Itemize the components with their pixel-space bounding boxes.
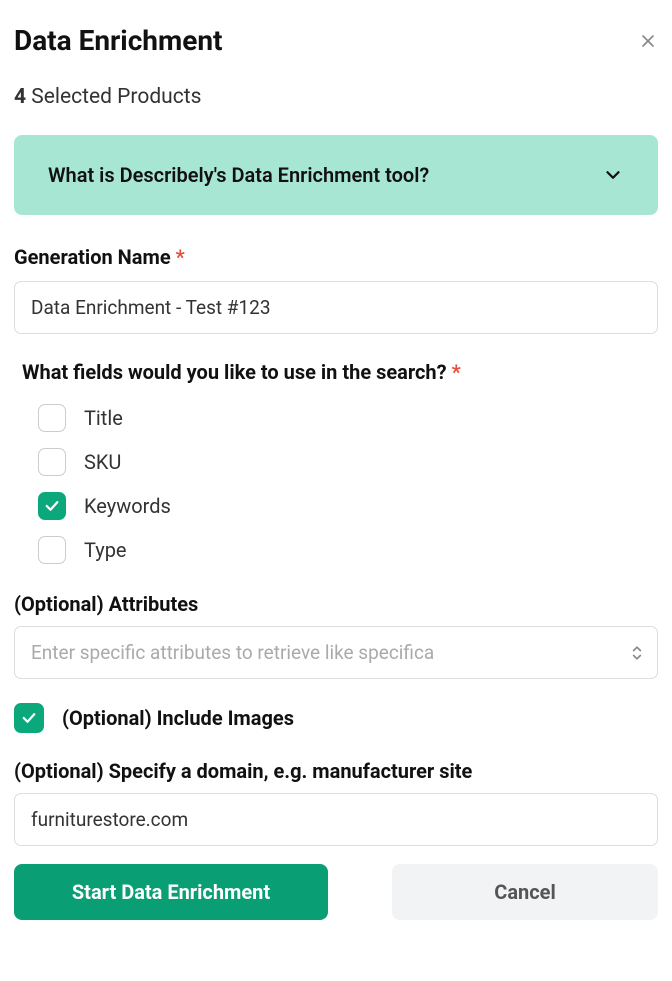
page-title: Data Enrichment bbox=[14, 24, 223, 57]
start-button[interactable]: Start Data Enrichment bbox=[14, 864, 328, 920]
cancel-button[interactable]: Cancel bbox=[392, 864, 658, 920]
selected-label: Selected Products bbox=[31, 85, 201, 109]
checkbox-row-keywords: Keywords bbox=[38, 492, 658, 520]
include-images-label: (Optional) Include Images bbox=[62, 706, 294, 730]
chevron-down-icon bbox=[602, 164, 624, 186]
checkbox-row-sku: SKU bbox=[38, 448, 658, 476]
domain-input[interactable] bbox=[14, 793, 658, 846]
info-banner-text: What is Describely's Data Enrichment too… bbox=[48, 163, 429, 187]
checkbox-label-type: Type bbox=[84, 538, 127, 562]
required-mark: * bbox=[176, 245, 185, 269]
domain-label: (Optional) Specify a domain, e.g. manufa… bbox=[14, 759, 658, 783]
search-fields-label: What fields would you like to use in the… bbox=[22, 360, 658, 384]
search-fields-list: Title SKU Keywords Type bbox=[38, 404, 658, 564]
attributes-label: (Optional) Attributes bbox=[14, 592, 658, 616]
checkbox-sku[interactable] bbox=[38, 448, 66, 476]
selected-count: 4 bbox=[14, 85, 26, 109]
required-mark: * bbox=[452, 360, 461, 384]
generation-name-input[interactable] bbox=[14, 281, 658, 334]
checkbox-include-images[interactable] bbox=[14, 703, 44, 733]
attributes-select[interactable]: Enter specific attributes to retrieve li… bbox=[14, 626, 658, 679]
checkbox-label-title: Title bbox=[84, 406, 123, 430]
checkbox-keywords[interactable] bbox=[38, 492, 66, 520]
selected-products: 4 Selected Products bbox=[14, 85, 658, 109]
checkbox-label-sku: SKU bbox=[84, 450, 121, 474]
checkbox-row-title: Title bbox=[38, 404, 658, 432]
checkbox-title[interactable] bbox=[38, 404, 66, 432]
checkbox-row-type: Type bbox=[38, 536, 658, 564]
info-banner[interactable]: What is Describely's Data Enrichment too… bbox=[14, 135, 658, 215]
include-images-row: (Optional) Include Images bbox=[14, 703, 658, 733]
generation-name-label: Generation Name * bbox=[14, 245, 658, 269]
close-icon[interactable] bbox=[638, 31, 658, 51]
checkbox-type[interactable] bbox=[38, 536, 66, 564]
checkbox-label-keywords: Keywords bbox=[84, 494, 171, 518]
